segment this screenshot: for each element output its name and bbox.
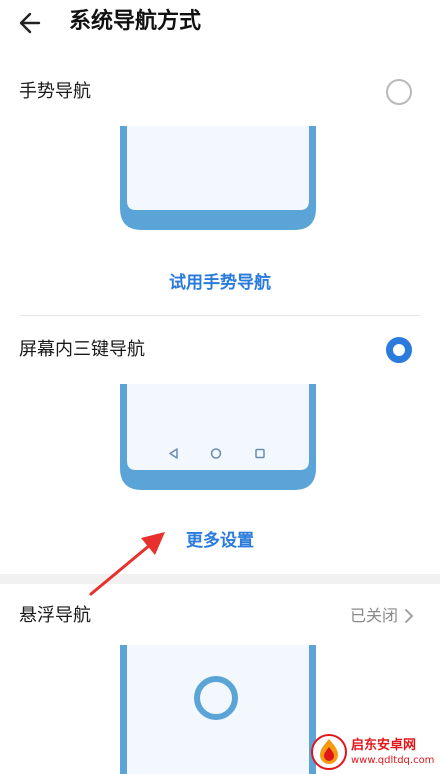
- section-separator: [0, 574, 440, 584]
- floating-nav-preview: [118, 645, 318, 774]
- gesture-nav-label[interactable]: 手势导航: [19, 80, 91, 104]
- back-button[interactable]: [14, 8, 50, 38]
- three-key-nav-label[interactable]: 屏幕内三键导航: [19, 338, 145, 362]
- chevron-right-icon: [405, 609, 413, 623]
- page-title: 系统导航方式: [69, 9, 202, 34]
- divider: [19, 315, 421, 316]
- arrow-left-icon: [19, 12, 41, 34]
- watermark-name: 启东安卓网: [351, 737, 417, 753]
- gesture-nav-preview: [118, 126, 318, 232]
- three-key-nav-preview: [118, 384, 318, 492]
- floating-nav-label[interactable]: 悬浮导航: [19, 604, 91, 628]
- title-bar: 系统导航方式: [0, 0, 440, 50]
- three-key-nav-radio[interactable]: [386, 337, 412, 363]
- try-gesture-nav-button[interactable]: 试用手势导航: [0, 271, 440, 295]
- watermark-logo-icon: [311, 734, 347, 770]
- more-settings-button[interactable]: 更多设置: [0, 529, 440, 553]
- floating-nav-status[interactable]: 已关闭: [350, 604, 414, 628]
- watermark-url: www.qdltdq.com: [351, 754, 435, 766]
- watermark: 启东安卓网 www.qdltdq.com: [310, 730, 440, 774]
- floating-nav-status-text: 已关闭: [349, 606, 398, 625]
- gesture-nav-radio[interactable]: [386, 79, 412, 105]
